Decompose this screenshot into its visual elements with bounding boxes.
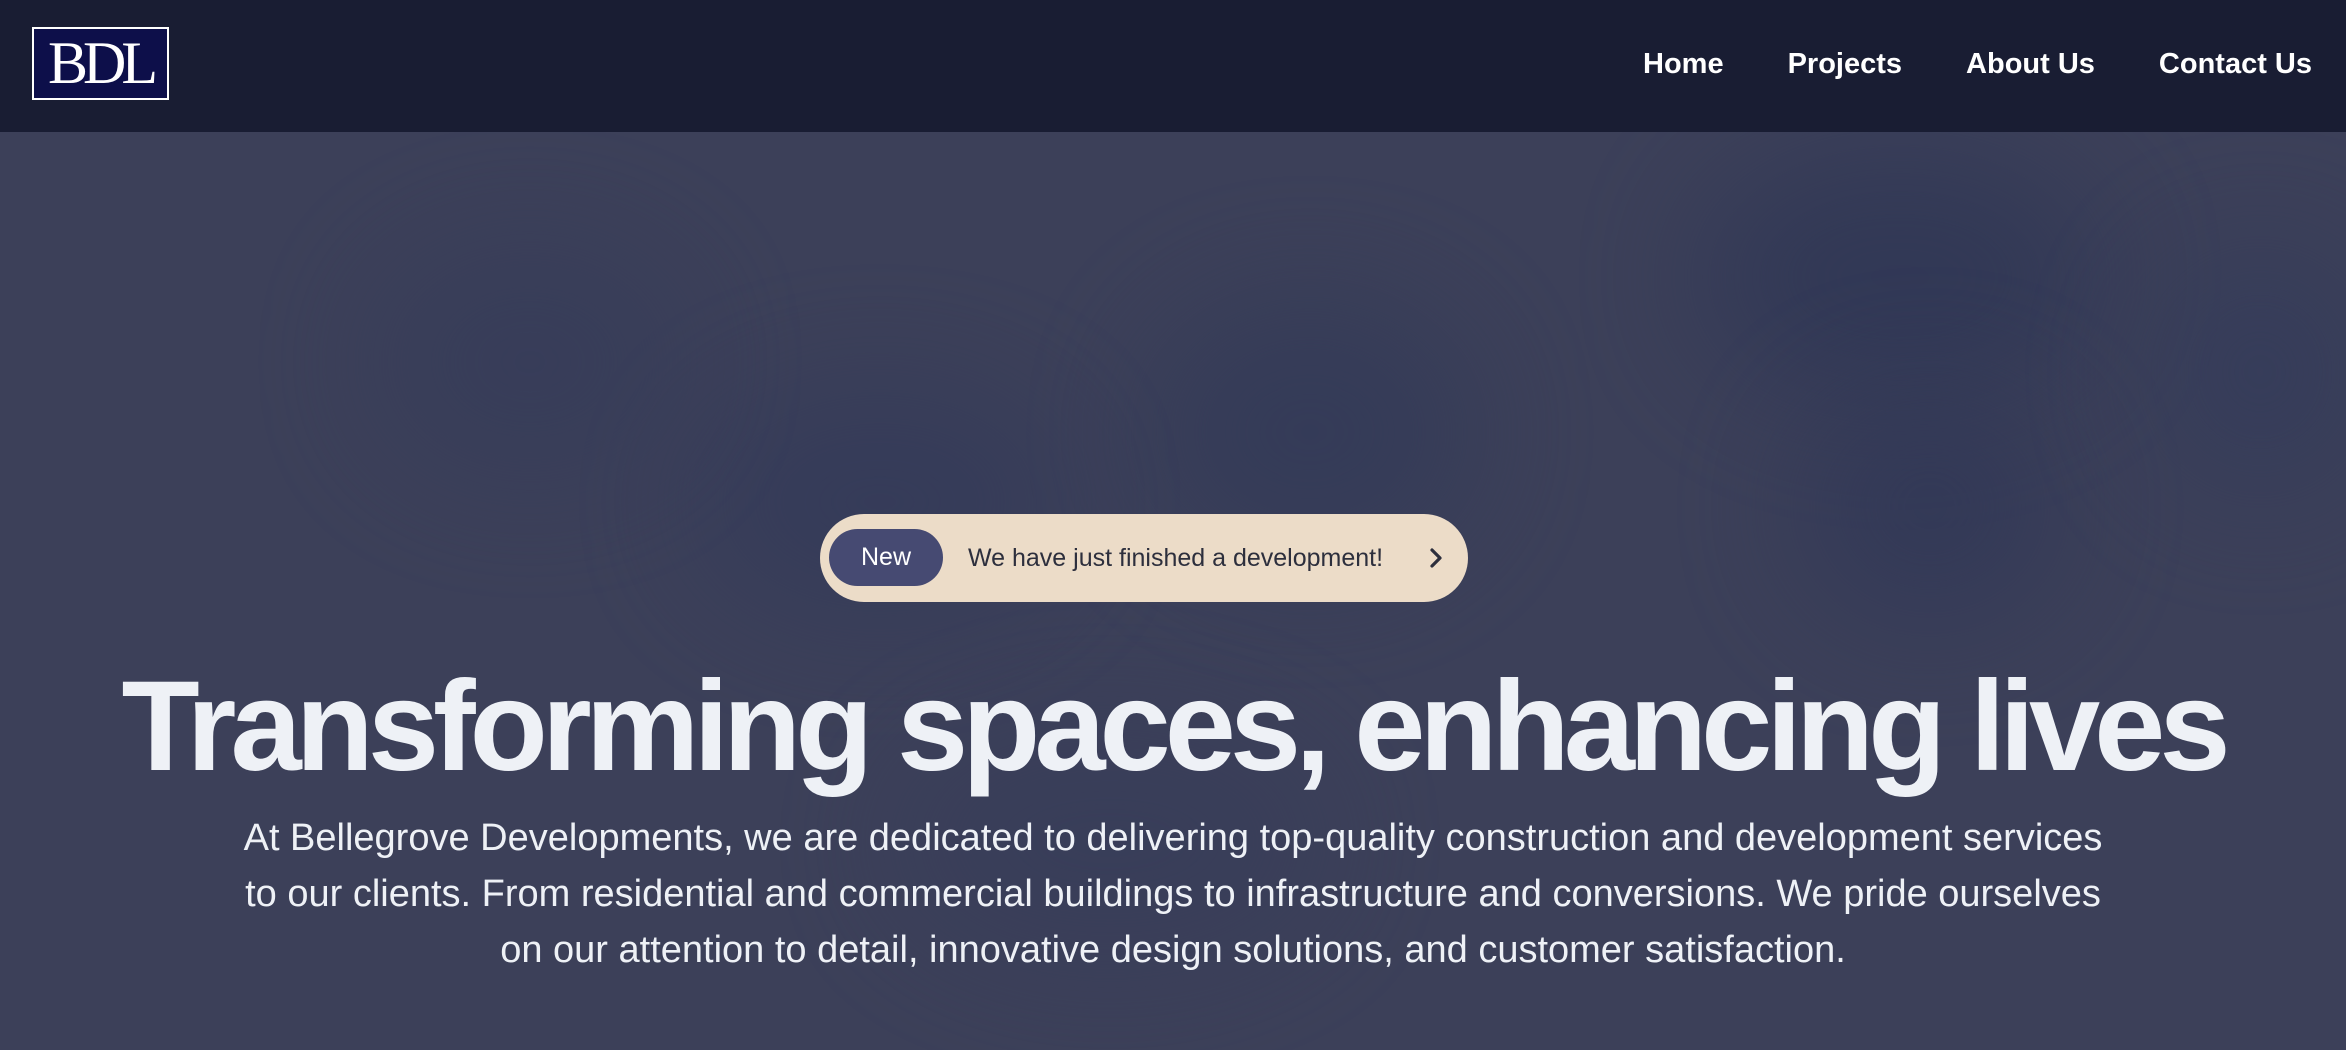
background-texture [1700,152,2100,402]
hero-section: New We have just finished a development!… [0,132,2346,1050]
nav-link-projects[interactable]: Projects [1788,42,1902,86]
new-badge: New [829,529,943,586]
hero-description: At Bellegrove Developments, we are dedic… [243,817,2103,971]
nav-link-home[interactable]: Home [1643,42,1724,86]
bdl-logo[interactable]: BDL [32,27,169,100]
top-navbar: BDL Home Projects About Us Contact Us [0,0,2346,132]
background-texture [1800,392,2060,622]
main-nav: Home Projects About Us Contact Us [1579,42,2312,86]
announcement-text: We have just finished a development! [968,544,1384,572]
hero-headline: Transforming spaces, enhancing lives [121,655,2231,798]
nav-link-about-us[interactable]: About Us [1966,42,2095,86]
background-texture [2150,252,2346,492]
chevron-right-icon [1430,548,1442,568]
background-texture [380,252,680,472]
nav-link-contact-us[interactable]: Contact Us [2159,42,2312,86]
announcement-banner[interactable]: New We have just finished a development! [820,514,1468,602]
